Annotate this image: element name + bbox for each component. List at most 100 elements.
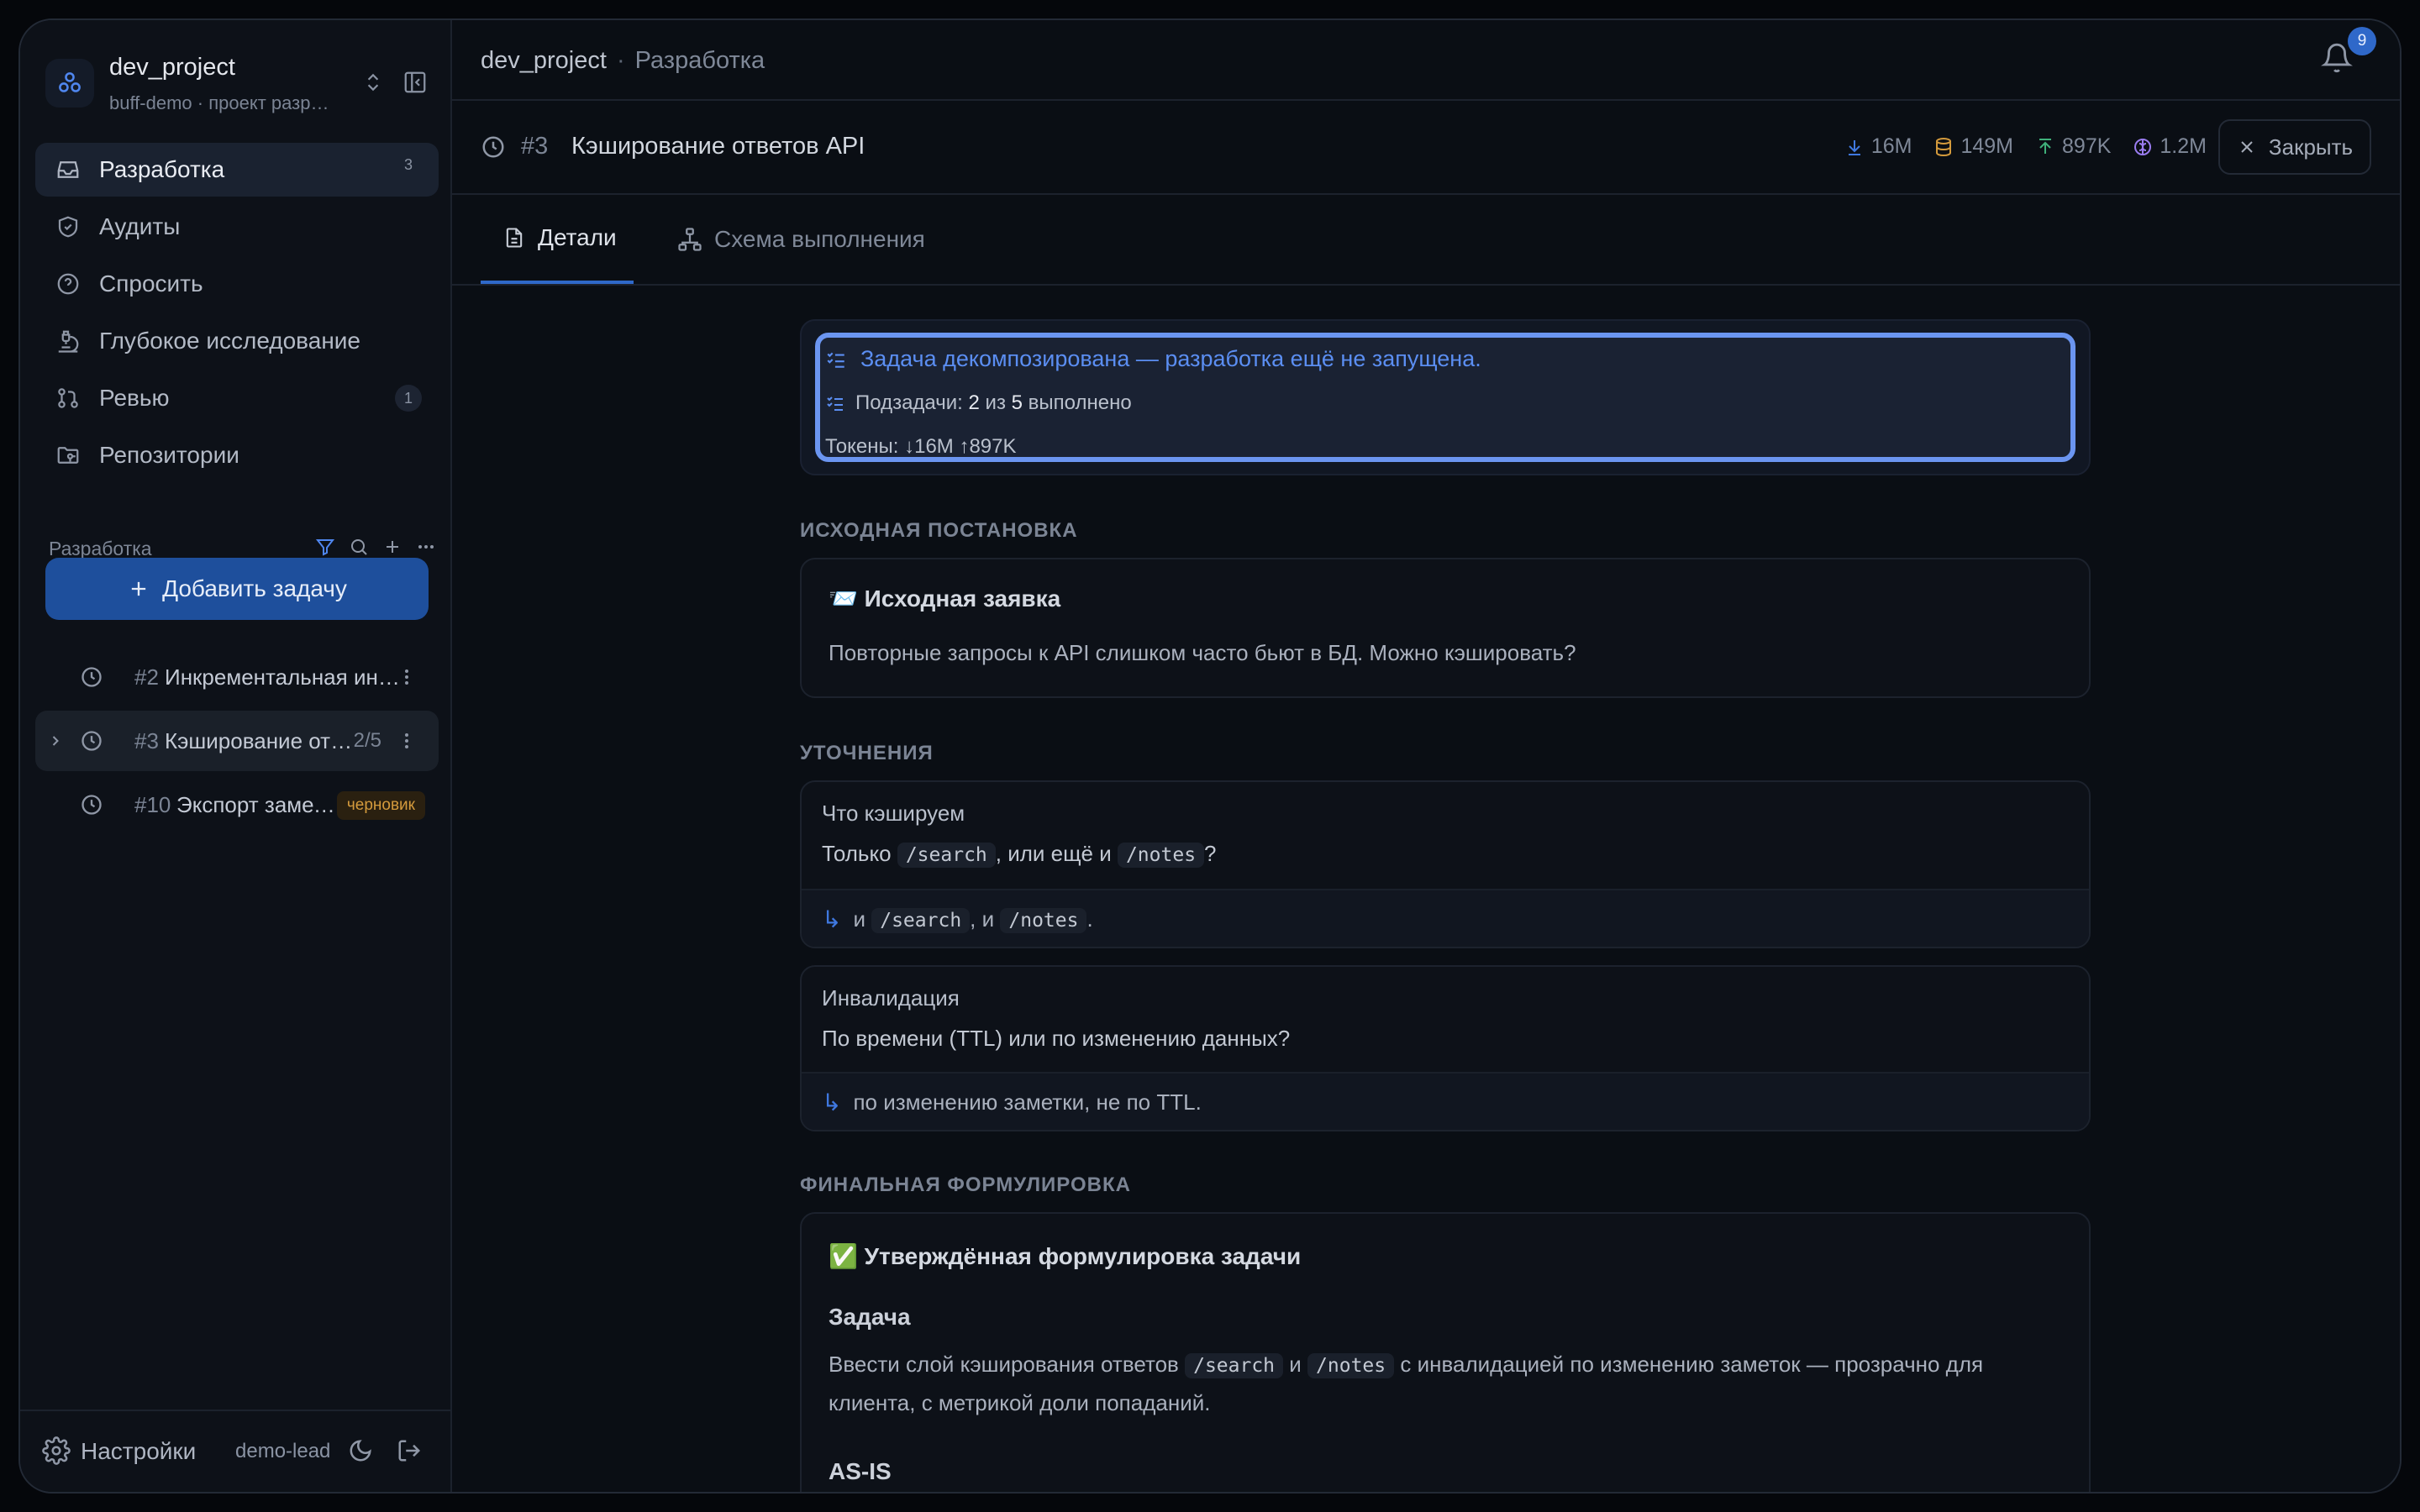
status-card: Задача декомпозирована — разработка ещё … — [800, 319, 2091, 475]
task-title: Кэширование ответов API — [165, 727, 360, 753]
close-button[interactable]: Закрыть — [2218, 119, 2371, 175]
nav-label: Спросить — [99, 270, 203, 297]
moon-icon[interactable] — [348, 1438, 373, 1467]
task-number: #3 — [134, 727, 159, 753]
card-text: Повторные запросы к API слишком часто бь… — [829, 640, 1576, 665]
sidebar: dev_project buff-demo · проект разработк… — [20, 20, 452, 1492]
plus-icon[interactable] — [380, 534, 405, 559]
task-title: Инкрементальная индексация — [165, 664, 407, 690]
plus-icon — [131, 581, 146, 596]
stat-download: 16M — [1844, 134, 1912, 159]
chevron-right-icon[interactable] — [45, 732, 66, 749]
tab-details[interactable]: Детали — [481, 195, 634, 284]
chevrons-up-down-icon[interactable] — [356, 66, 390, 99]
app-window: dev_project buff-demo · проект разработк… — [18, 18, 2402, 1494]
stat-upload: 897K — [2035, 134, 2111, 159]
card-title: ✅ Утверждённая формулировка задачи — [829, 1243, 1302, 1269]
breadcrumb: dev_project · Разработка — [481, 47, 765, 75]
user-name: demo-lead — [235, 1440, 331, 1462]
clock-icon — [481, 134, 506, 164]
gear-icon[interactable] — [42, 1436, 71, 1469]
nav-label: Глубокое исследование — [99, 328, 360, 354]
task-header: #3 Кэширование ответов API 16M 149M 897K — [452, 101, 2400, 195]
question-title: Инвалидация — [822, 985, 960, 1011]
git-pull-request-icon — [54, 384, 82, 412]
task-item[interactable]: #2 Инкрементальная индексация — [35, 647, 439, 707]
section-label: ИСХОДНАЯ ПОСТАНОВКА — [800, 519, 1078, 542]
notification-count: 9 — [2348, 27, 2376, 55]
status-highlight: Задача декомпозирована — разработка ещё … — [815, 333, 2075, 462]
asis-heading: AS-IS — [829, 1458, 892, 1484]
add-task-button[interactable]: Добавить задачу — [45, 558, 429, 620]
project-switcher[interactable]: dev_project buff-demo · проект разработк… — [45, 50, 432, 118]
task-number: #3 — [521, 133, 549, 160]
card-title: 📨 Исходная заявка — [829, 585, 1061, 612]
section-title: Разработка — [49, 538, 152, 559]
top-bar: dev_project · Разработка 9 — [452, 20, 2400, 101]
add-task-label: Добавить задачу — [162, 575, 347, 601]
settings-link[interactable]: Настройки — [81, 1438, 196, 1465]
brain-icon — [2134, 138, 2152, 155]
search-icon[interactable] — [346, 534, 371, 559]
project-logo-icon — [45, 59, 94, 108]
question-text: Только /search, или ещё и /notes? — [822, 841, 1217, 868]
download-icon — [1848, 139, 1860, 155]
more-horizontal-icon[interactable] — [413, 534, 439, 559]
nav-item-repositories[interactable]: Репозитории — [35, 428, 439, 482]
nav-label: Репозитории — [99, 442, 239, 468]
upload-icon — [2039, 138, 2052, 154]
list-checks-icon — [827, 396, 843, 411]
answer: ↳ и /search, и /notes. — [802, 889, 2089, 947]
task-item[interactable]: #10 Экспорт заметок черновик — [35, 774, 439, 835]
task-number: #2 — [134, 664, 159, 690]
draft-badge: черновик — [336, 791, 425, 820]
breadcrumb-separator: · — [616, 47, 625, 74]
clarification-card: Что кэшируем Только /search, или ещё и /… — [800, 780, 2091, 948]
tokens-summary: Токены: ↓16M ↑897K — [825, 435, 1017, 458]
nav-item-audits[interactable]: Аудиты — [35, 200, 439, 254]
task-number: #10 — [134, 791, 171, 817]
subtasks-progress: Подзадачи: 2 из 5 выполнено — [825, 391, 1132, 415]
shield-icon — [54, 213, 82, 241]
clock-icon — [79, 793, 104, 816]
corner-down-right-icon: ↳ — [822, 1089, 842, 1116]
more-vertical-icon[interactable] — [397, 667, 417, 687]
clock-icon — [79, 729, 104, 753]
original-request-card: 📨 Исходная заявка Повторные запросы к AP… — [800, 558, 2091, 698]
stat-brain: 1.2M — [2133, 134, 2207, 159]
main-panel: dev_project · Разработка 9 #3 Кэширование … — [452, 20, 2400, 1492]
breadcrumb-project[interactable]: dev_project — [481, 47, 607, 74]
task-details: Задача декомпозирована — разработка ещё … — [800, 319, 2091, 1492]
microscope-icon — [54, 327, 82, 355]
nav-badge: 1 — [395, 385, 422, 412]
folder-git-icon — [54, 441, 82, 470]
list-checks-icon — [827, 352, 844, 368]
project-name: dev_project — [109, 54, 235, 81]
status-headline: Задача декомпозирована — разработка ещё … — [825, 346, 1481, 372]
nav-item-ask[interactable]: Спросить — [35, 257, 439, 311]
task-title: Кэширование ответов API — [571, 133, 865, 160]
clock-icon — [79, 665, 104, 689]
tab-schema[interactable]: Схема выполнения — [677, 195, 925, 284]
nav-item-research[interactable]: Глубокое исследование — [35, 314, 439, 368]
nav-item-review[interactable]: Ревью 1 — [35, 371, 439, 425]
stat-db: 149M — [1933, 134, 2013, 159]
nav-item-development[interactable]: Разработка 3 — [35, 143, 439, 197]
inbox-icon — [54, 155, 82, 184]
task-text: Ввести слой кэширования ответов /search … — [829, 1352, 1984, 1415]
sidebar-footer: Настройки demo-lead — [20, 1410, 450, 1492]
question-title: Что кэшируем — [822, 801, 965, 826]
logout-icon[interactable] — [397, 1438, 422, 1467]
main-nav: Разработка 3 Аудиты Спросить Глубокое ис… — [35, 143, 439, 486]
task-title: Экспорт заметок — [176, 791, 341, 817]
corner-down-right-icon: ↳ — [822, 906, 842, 932]
collapse-sidebar-icon[interactable] — [398, 66, 432, 99]
filter-icon[interactable] — [313, 534, 338, 559]
more-vertical-icon[interactable] — [397, 731, 417, 751]
task-item[interactable]: #3 Кэширование ответов API 2/5 — [35, 711, 439, 771]
question-text: По времени (TTL) или по изменению данных… — [822, 1026, 1291, 1051]
nav-badge: 3 — [403, 155, 413, 173]
section-label: ФИНАЛЬНАЯ ФОРМУЛИРОВКА — [800, 1173, 1131, 1196]
clarification-card: Инвалидация По времени (TTL) или по изме… — [800, 965, 2091, 1131]
breadcrumb-current: Разработка — [634, 47, 765, 74]
